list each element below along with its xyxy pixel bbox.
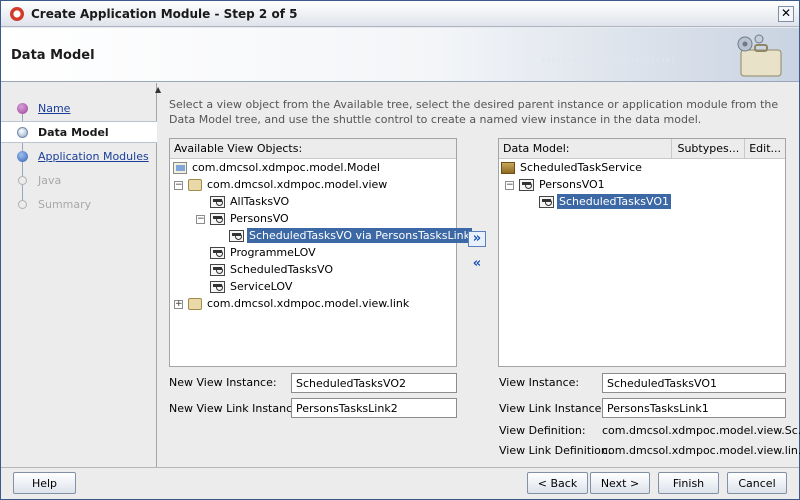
edit-button[interactable]: Edit... bbox=[744, 138, 785, 159]
new-view-instance-label: New View Instance: bbox=[169, 376, 277, 389]
close-icon: ✕ bbox=[780, 6, 792, 20]
tree-item-programmelov[interactable]: ProgrammeLOV bbox=[210, 244, 318, 261]
view-object-icon bbox=[539, 195, 554, 208]
tree-item-label: ProgrammeLOV bbox=[230, 246, 316, 259]
shuttle-right-icon: » bbox=[472, 231, 482, 246]
view-object-icon bbox=[210, 195, 225, 208]
tree-item-label: ScheduledTasksVO bbox=[230, 263, 333, 276]
view-definition-label: View Definition: bbox=[499, 424, 586, 437]
tree-item-label: ScheduledTasksVO via PersonsTasksLink bbox=[247, 228, 472, 243]
oracle-app-icon bbox=[10, 6, 24, 21]
step-title: Data Model bbox=[11, 48, 95, 63]
subtypes-button[interactable]: Subtypes... bbox=[671, 138, 744, 159]
data-model-panel[interactable]: Data Model: Subtypes... Edit... Schedule… bbox=[498, 138, 786, 367]
step-java: Java bbox=[1, 170, 157, 190]
tree-item-view-link-package[interactable]: com.dmcsol.xdmpoc.model.view.link bbox=[188, 295, 411, 312]
view-object-icon bbox=[210, 212, 225, 225]
dialog-window: Create Application Module - Step 2 of 5 … bbox=[0, 0, 800, 500]
step-name-label: Name bbox=[38, 102, 71, 115]
shuttle-remove-button[interactable]: « bbox=[468, 257, 486, 273]
step-next-icon bbox=[17, 151, 28, 162]
tree-item-personsvo1[interactable]: PersonsVO1 bbox=[519, 176, 607, 193]
view-instance-input[interactable] bbox=[602, 373, 786, 393]
expand-toggle-icon[interactable]: + bbox=[174, 300, 183, 309]
available-header: Available View Objects: bbox=[170, 139, 456, 159]
step-data-model[interactable]: Data Model bbox=[1, 121, 157, 143]
collapse-toggle-icon[interactable]: − bbox=[505, 181, 514, 190]
tree-item-scheduledtasksvo1[interactable]: ScheduledTasksVO1 bbox=[539, 193, 671, 210]
view-object-icon bbox=[210, 280, 225, 293]
view-object-icon bbox=[210, 263, 225, 276]
tree-item-label: ScheduledTaskService bbox=[520, 161, 642, 174]
view-object-icon bbox=[229, 229, 244, 242]
step-data-model-label: Data Model bbox=[38, 126, 109, 139]
collapse-toggle-icon[interactable]: − bbox=[196, 215, 205, 224]
step-visited-icon bbox=[17, 103, 28, 114]
view-instance-label: View Instance: bbox=[499, 376, 580, 389]
step-application-modules-label: Application Modules bbox=[38, 150, 149, 163]
available-view-objects-panel[interactable]: Available View Objects: com.dmcsol.xdmpo… bbox=[169, 138, 472, 367]
tree-item-personsvo[interactable]: PersonsVO bbox=[210, 210, 291, 227]
briefcase-gear-icon bbox=[737, 34, 782, 77]
help-button[interactable]: Help bbox=[13, 472, 76, 494]
view-link-definition-value: com.dmcsol.xdmpoc.model.view.lin... bbox=[602, 444, 800, 457]
tree-item-label: ScheduledTasksVO1 bbox=[557, 194, 671, 209]
tree-item-view-package[interactable]: com.dmcsol.xdmpoc.model.view bbox=[188, 176, 389, 193]
tree-item-scheduledtaskservice[interactable]: ScheduledTaskService bbox=[501, 159, 644, 176]
step-disabled-icon bbox=[18, 176, 27, 185]
tree-item-label: com.dmcsol.xdmpoc.model.view bbox=[207, 178, 388, 191]
step-banner: Data Model 01010101010101010101010101 bbox=[1, 28, 799, 82]
shuttle-left-icon: « bbox=[472, 256, 482, 271]
tree-item-label: PersonsVO bbox=[230, 212, 289, 225]
step-application-modules[interactable]: Application Modules bbox=[1, 146, 157, 166]
view-link-instance-input[interactable] bbox=[602, 398, 786, 418]
step-java-label: Java bbox=[38, 174, 62, 187]
folder-icon bbox=[173, 161, 187, 174]
window-title: Create Application Module - Step 2 of 5 bbox=[31, 6, 298, 21]
tree-item-label: com.dmcsol.xdmpoc.model.Model bbox=[192, 161, 380, 174]
banner-binary-decoration: 01010101010101010101010101 bbox=[541, 56, 677, 64]
view-link-definition-label: View Link Definition: bbox=[499, 444, 612, 457]
step-summary-label: Summary bbox=[38, 198, 92, 211]
view-object-icon bbox=[519, 178, 534, 191]
package-icon bbox=[188, 297, 202, 310]
shuttle-add-button[interactable]: » bbox=[468, 231, 486, 247]
step-current-icon bbox=[17, 127, 28, 138]
step-summary: Summary bbox=[1, 194, 157, 214]
back-button[interactable]: < Back bbox=[527, 472, 588, 494]
tree-item-label: PersonsVO1 bbox=[539, 178, 605, 191]
data-model-header-label: Data Model: bbox=[503, 142, 570, 155]
tree-item-label: com.dmcsol.xdmpoc.model.view.link bbox=[207, 297, 410, 310]
new-view-link-instance-input[interactable] bbox=[291, 398, 457, 418]
next-button[interactable]: Next > bbox=[590, 472, 650, 494]
tree-item-label: ServiceLOV bbox=[230, 280, 293, 293]
close-button[interactable]: ✕ bbox=[778, 6, 794, 22]
tree-item-servicelov[interactable]: ServiceLOV bbox=[210, 278, 294, 295]
wizard-steps-nav: Name Data Model Application Modules Java… bbox=[1, 83, 157, 467]
step-name[interactable]: Name bbox=[1, 98, 157, 118]
finish-button[interactable]: Finish bbox=[658, 472, 719, 494]
package-icon bbox=[188, 178, 202, 191]
view-definition-value: com.dmcsol.xdmpoc.model.view.Sc... bbox=[602, 424, 800, 437]
splitter-handle-icon[interactable]: ▲ bbox=[155, 85, 161, 94]
tree-item-alltasksvo[interactable]: AllTasksVO bbox=[210, 193, 291, 210]
tree-item-label: AllTasksVO bbox=[230, 195, 290, 208]
view-object-icon bbox=[210, 246, 225, 259]
view-link-instance-label: View Link Instance: bbox=[499, 402, 606, 415]
data-model-header: Data Model: Subtypes... Edit... bbox=[499, 138, 785, 159]
footer-divider bbox=[1, 467, 799, 468]
tree-item-model-package[interactable]: com.dmcsol.xdmpoc.model.Model bbox=[173, 159, 382, 176]
cancel-button[interactable]: Cancel bbox=[727, 472, 787, 494]
instructions-text: Select a view object from the Available … bbox=[169, 98, 779, 126]
title-bar: Create Application Module - Step 2 of 5 … bbox=[1, 1, 799, 27]
collapse-toggle-icon[interactable]: − bbox=[174, 181, 183, 190]
tree-item-scheduledtasksvo[interactable]: ScheduledTasksVO bbox=[210, 261, 335, 278]
new-view-instance-input[interactable] bbox=[291, 373, 457, 393]
tree-item-scheduledtasksvo-via-link[interactable]: ScheduledTasksVO via PersonsTasksLink bbox=[229, 227, 472, 244]
new-view-link-instance-label: New View Link Instance: bbox=[169, 402, 303, 415]
app-module-icon bbox=[501, 161, 515, 174]
step-disabled-icon bbox=[18, 200, 27, 209]
available-header-label: Available View Objects: bbox=[174, 142, 303, 155]
